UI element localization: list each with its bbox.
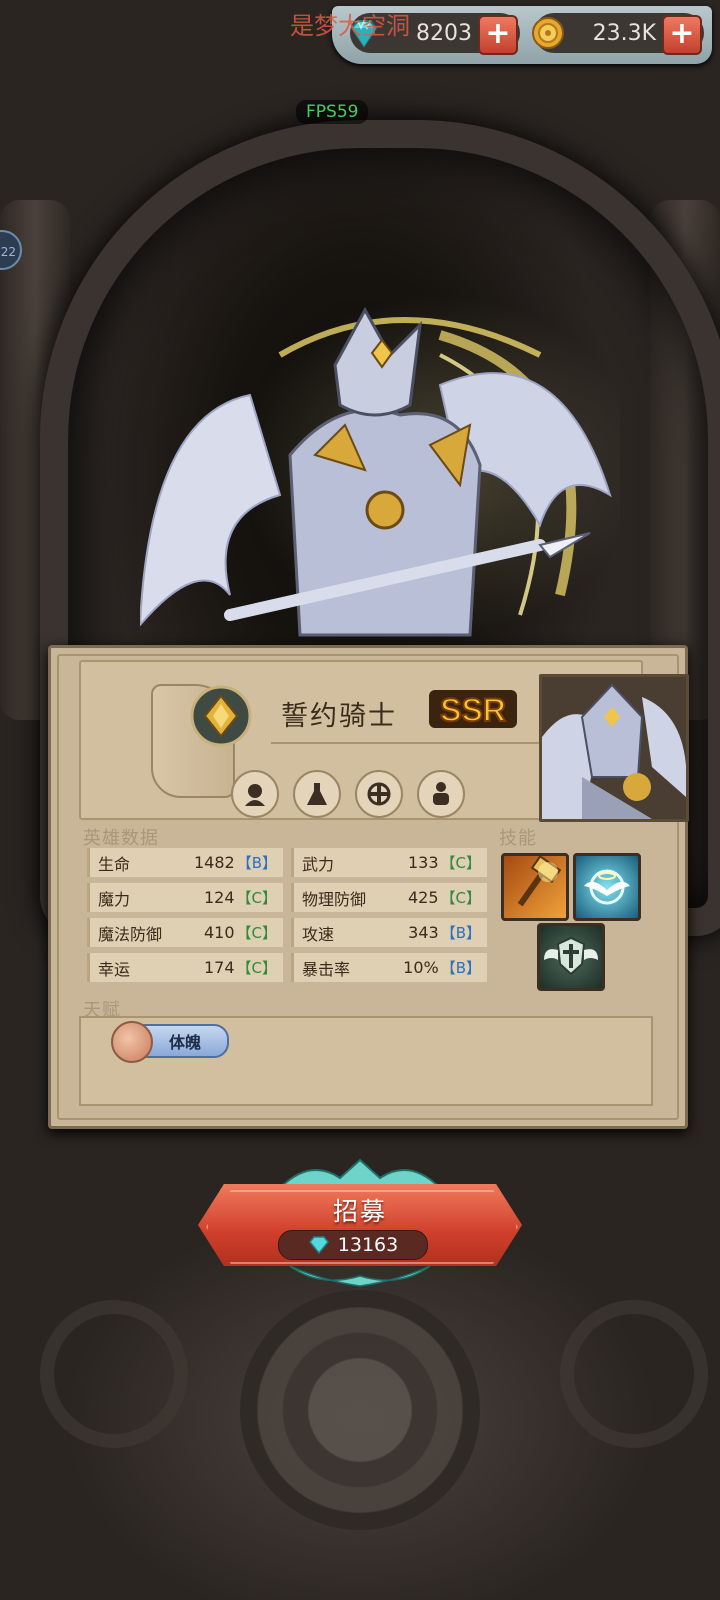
talent-area: 体魄 [79,1016,653,1106]
stat-name: 魔法防御 [98,924,163,944]
stat-name: 物理防御 [302,889,367,909]
skill-hammer-strike[interactable] [501,853,569,921]
stat-grade: 【C】 [236,924,277,942]
stat-grade: 【B】 [440,959,481,977]
stat-row: 暴击率 10% 【B】 [291,953,487,982]
stat-row: 魔力 124 【C】 [87,883,283,912]
female-icon[interactable] [231,770,279,818]
hero-info-panel: 誓约骑士 SSR 英雄数据 技能 生命 1482 【B】 武力 133 【C】 … [48,645,689,1129]
hero-data-label: 英雄数据 [83,828,159,849]
fps-counter: FPS59 [296,100,369,124]
cross-shield-icon[interactable] [355,770,403,818]
skills-panel [501,853,651,1003]
recruit-cost: 13163 [278,1230,428,1260]
rarity-label: SSR [440,692,506,728]
gold-coin-icon [532,17,564,49]
potion-icon[interactable] [293,770,341,818]
stat-row: 武力 133 【C】 [291,848,487,877]
stat-value: 425 [407,888,439,907]
floor-medallion [240,1290,480,1530]
stat-value: 133 [407,853,439,872]
muscle-icon [111,1021,153,1063]
stat-value: 10% [403,958,439,977]
stat-grade: 【C】 [236,959,277,977]
stat-row: 魔法防御 410 【C】 [87,918,283,947]
stat-grade: 【B】 [440,924,481,942]
stat-row: 攻速 343 【B】 [291,918,487,947]
hero-name: 誓约骑士 [281,701,397,732]
skill-winged-shield[interactable] [537,923,605,991]
class-emblem-icon [190,685,252,747]
recruit-cost-value: 13163 [337,1234,399,1256]
gold-count: 23.3K [592,20,656,46]
hero-illustration [140,295,620,637]
stat-value: 124 [203,888,235,907]
crest-top-decoration [278,1158,442,1188]
stat-value: 1482 [193,853,235,872]
stat-name: 攻速 [302,924,335,944]
talent-badge[interactable]: 体魄 [111,1021,229,1063]
stat-name: 魔力 [98,889,131,909]
stat-name: 幸运 [98,959,131,979]
hammer-icon [517,856,562,907]
talent-name: 体魄 [169,1033,202,1052]
stats-grid: 生命 1482 【B】 武力 133 【C】 魔力 124 【C】 物理防御 425 【C】 魔… [87,848,491,982]
rarity-badge: SSR [429,690,517,729]
stat-grade: 【B】 [236,854,277,872]
stat-value: 343 [408,923,439,942]
server-name: 是梦大空洞 [290,12,410,40]
stat-grade: 【C】 [440,854,481,872]
stat-name: 暴击率 [302,959,351,979]
hero-portrait[interactable] [539,674,689,822]
winged-shield-icon [544,936,598,976]
floor-swirl [40,1300,188,1448]
floor-swirl [560,1300,708,1448]
skills-label: 技能 [499,828,537,849]
divider [271,742,561,744]
gem-icon [308,1236,329,1254]
stat-row: 生命 1482 【B】 [87,848,283,877]
hero-attributes [231,770,465,818]
add-gold-button[interactable]: + [662,15,702,55]
crest-bottom-decoration [289,1266,431,1287]
stat-grade: 【C】 [440,889,481,907]
stat-name: 生命 [98,854,131,874]
tank-role-icon[interactable] [417,770,465,818]
stat-name: 武力 [302,854,335,874]
stat-row: 幸运 174 【C】 [87,953,283,982]
stat-grade: 【C】 [236,889,277,907]
stat-value: 174 [203,958,235,977]
gold-counter: 23.3K + [532,13,704,55]
stat-row: 物理防御 425 【C】 [291,883,487,912]
recruit-button-label: 招募 [332,1197,387,1226]
gem-count: 8203 [416,20,472,46]
skill-holy-wings[interactable] [573,853,641,921]
stat-value: 410 [203,923,235,942]
recruit-area: 招募 13163 [190,1158,530,1288]
angel-wings-icon [584,869,630,905]
hero-header: 誓约骑士 SSR [79,660,689,822]
add-gems-button[interactable]: + [478,15,518,55]
